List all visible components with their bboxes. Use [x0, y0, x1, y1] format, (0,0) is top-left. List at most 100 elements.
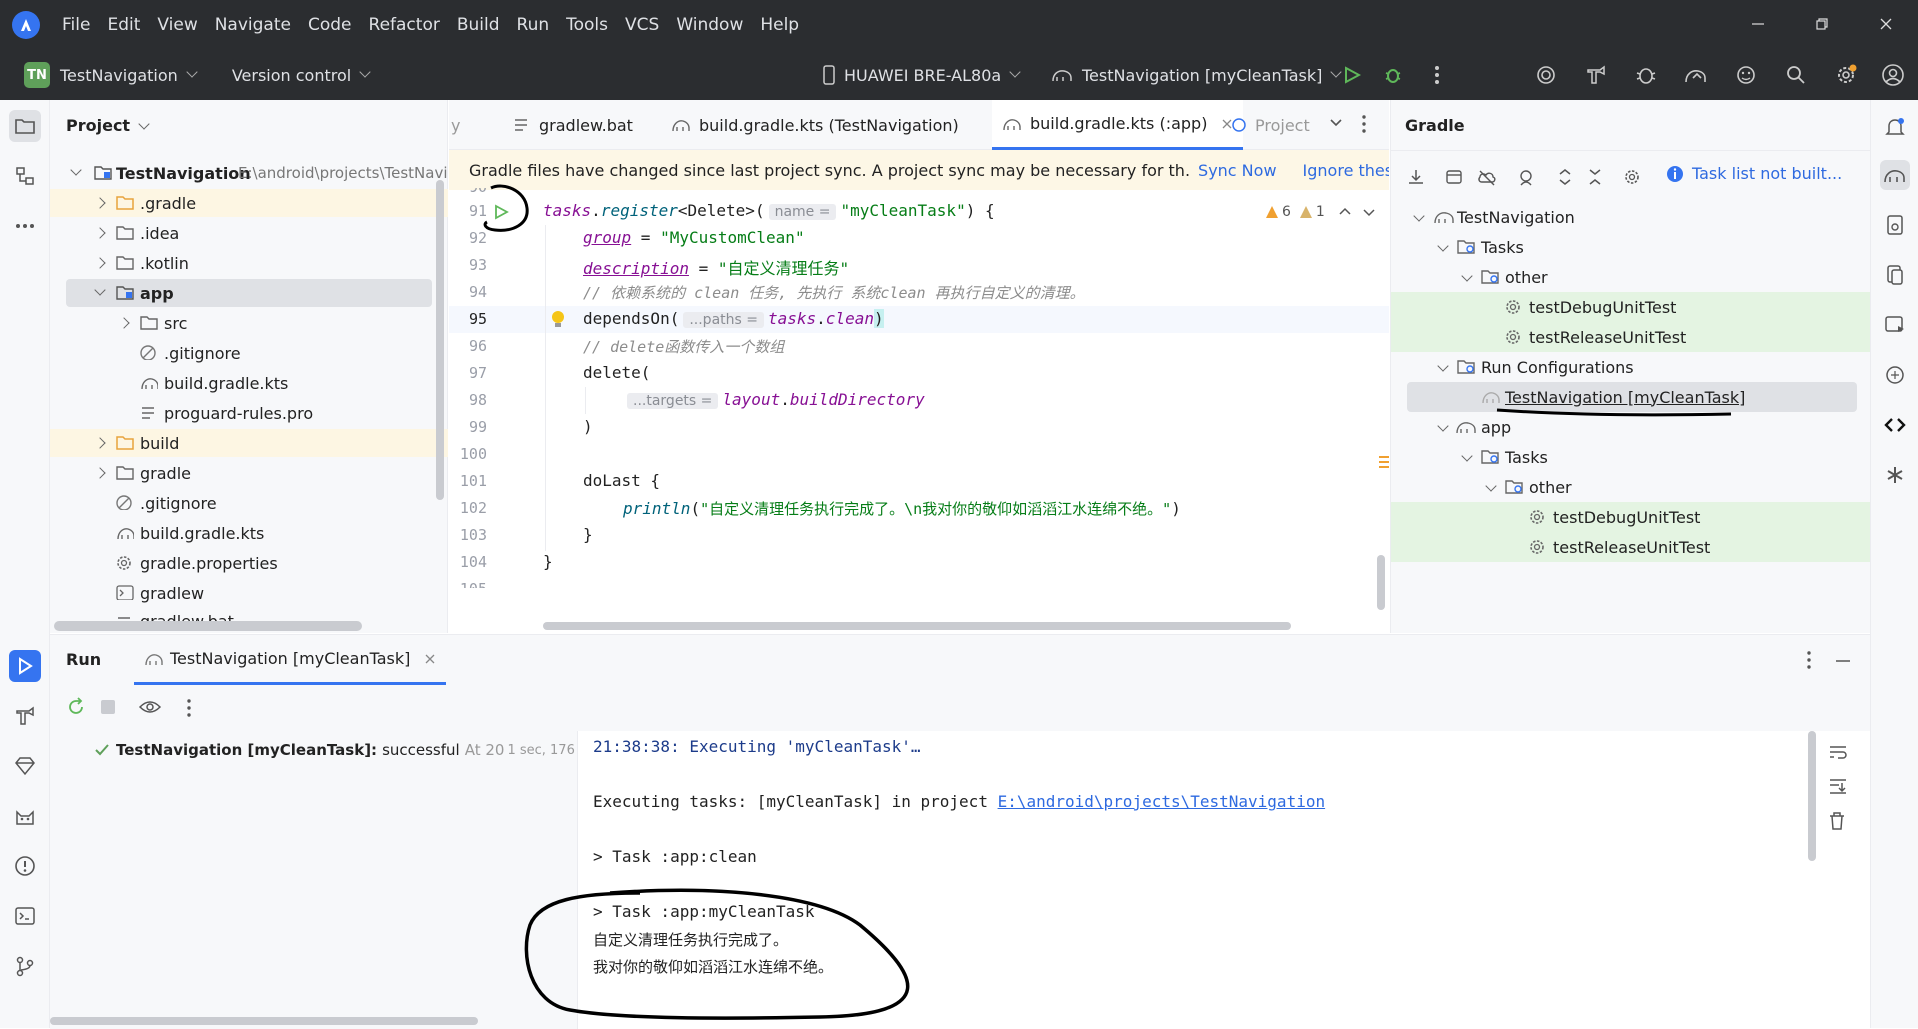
- gradle-task-test-release[interactable]: testReleaseUnitTest: [1391, 322, 1870, 352]
- code-line-105[interactable]: 105: [449, 576, 1389, 588]
- code-line-101[interactable]: 101 doLast {: [449, 468, 1389, 495]
- code-line-90[interactable]: 90: [449, 188, 1389, 198]
- tree-item-gradle[interactable]: gradle: [50, 459, 448, 487]
- more-tools-icon[interactable]: [9, 210, 41, 242]
- gradle-task-test-debug[interactable]: testDebugUnitTest: [1391, 292, 1870, 322]
- more-vertical-icon[interactable]: [186, 698, 192, 718]
- lightbulb-icon[interactable]: [551, 310, 565, 330]
- editor-horizontal-scrollbar[interactable]: [543, 622, 1291, 630]
- account-icon[interactable]: [1878, 60, 1908, 90]
- run-icon[interactable]: [1337, 60, 1367, 90]
- trash-icon[interactable]: [1828, 811, 1846, 831]
- project-switcher[interactable]: TestNavigation: [60, 66, 178, 85]
- menu-window[interactable]: Window: [676, 15, 743, 35]
- problems-tool-icon[interactable]: [9, 850, 41, 882]
- menu-help[interactable]: Help: [760, 15, 799, 35]
- asterisk-icon[interactable]: [1880, 460, 1910, 490]
- gradle-tree-app[interactable]: app: [1391, 412, 1870, 442]
- debug-icon[interactable]: [1378, 60, 1408, 90]
- task-list-status[interactable]: Task list not built...: [1666, 164, 1842, 183]
- search-icon[interactable]: [1781, 60, 1811, 90]
- running-devices-icon[interactable]: [1880, 310, 1910, 340]
- tree-item-build[interactable]: build: [50, 429, 448, 457]
- menu-edit[interactable]: Edit: [107, 15, 140, 35]
- project-badge[interactable]: TN: [24, 62, 50, 88]
- gradle-tree-tasks[interactable]: Tasks: [1391, 232, 1870, 262]
- code-line-100[interactable]: 100: [449, 441, 1389, 468]
- code-line-96[interactable]: 96 // delete函数传入一个数组: [449, 333, 1389, 360]
- scroll-to-end-icon[interactable]: [1828, 777, 1848, 795]
- soft-wrap-icon[interactable]: [1828, 743, 1848, 761]
- settings-gear-icon[interactable]: [1623, 168, 1641, 186]
- vcs-widget[interactable]: Version control: [232, 66, 351, 85]
- menu-run[interactable]: Run: [517, 15, 550, 35]
- project-vertical-scrollbar[interactable]: [436, 180, 444, 500]
- gradle-tree-run-configurations[interactable]: Run Configurations: [1391, 352, 1870, 382]
- tab-list-chevron-icon[interactable]: [1329, 118, 1343, 128]
- device-files-icon[interactable]: [1880, 260, 1910, 290]
- code-line-97[interactable]: 97 delete(: [449, 360, 1389, 387]
- console-vertical-scrollbar[interactable]: [1808, 731, 1816, 861]
- menu-view[interactable]: View: [157, 15, 197, 35]
- device-selector[interactable]: HUAWEI BRE-AL80a: [822, 60, 1021, 90]
- menu-build[interactable]: Build: [457, 15, 500, 35]
- code-line-91[interactable]: 91 tasks.register<Delete>(name = "myClean…: [449, 198, 1389, 225]
- git-tool-icon[interactable]: [9, 950, 41, 982]
- menu-navigate[interactable]: Navigate: [215, 15, 291, 35]
- tree-item-app-gitignore[interactable]: .gitignore: [50, 339, 448, 367]
- gradle-sync-icon[interactable]: [1681, 60, 1711, 90]
- gradle-tree-other[interactable]: other: [1391, 262, 1870, 292]
- close-icon[interactable]: [1854, 0, 1918, 48]
- code-line-104[interactable]: 104 }: [449, 549, 1389, 576]
- assistant-icon[interactable]: [1880, 360, 1910, 390]
- tab-build-gradle-project[interactable]: build.gradle.kts (TestNavigation): [671, 100, 959, 150]
- tab-build-gradle-app[interactable]: build.gradle.kts (:app): [992, 100, 1244, 150]
- run-tree-horizontal-scrollbar[interactable]: [50, 1017, 478, 1025]
- project-tool-icon[interactable]: [9, 110, 41, 142]
- gradle-tree-project[interactable]: TestNavigation: [1391, 202, 1870, 232]
- tree-item-kotlin[interactable]: .kotlin: [50, 249, 448, 277]
- gemini-icon[interactable]: [1531, 60, 1561, 90]
- eye-icon[interactable]: [138, 697, 162, 717]
- run-config-selector[interactable]: TestNavigation [myCleanTask]: [1050, 60, 1343, 90]
- gem-tool-icon[interactable]: [9, 750, 41, 782]
- project-panel-title[interactable]: Project: [66, 116, 150, 135]
- logcat-tool-icon[interactable]: [9, 800, 41, 832]
- code-line-102[interactable]: 102 println("自定义清理任务执行完成了。\n我对你的敬仰如滔滔江水连…: [449, 495, 1389, 522]
- code-tags-icon[interactable]: [1880, 410, 1910, 440]
- more-vertical-icon[interactable]: [1361, 114, 1367, 134]
- minimize-panel-icon[interactable]: [1836, 659, 1850, 663]
- dependency-analyzer-icon[interactable]: [1517, 168, 1537, 186]
- restore-icon[interactable]: [1790, 0, 1854, 48]
- run-tab[interactable]: TestNavigation [myCleanTask]: [134, 635, 447, 685]
- code-line-95[interactable]: 95 dependsOn(...paths = tasks.clean): [449, 306, 1389, 333]
- device-manager-icon[interactable]: [1731, 60, 1761, 90]
- tree-item-gradle-properties[interactable]: gradle.properties: [50, 549, 448, 577]
- tab-project[interactable]: Project: [1231, 100, 1310, 150]
- stop-icon[interactable]: [100, 699, 116, 715]
- close-icon[interactable]: [424, 653, 436, 665]
- code-line-98[interactable]: 98 ...targets = layout.buildDirectory: [449, 387, 1389, 414]
- sync-now-link[interactable]: Sync Now: [1198, 161, 1277, 180]
- tree-item-app-build-gradle[interactable]: build.gradle.kts: [50, 369, 448, 397]
- structure-tool-icon[interactable]: [9, 160, 41, 192]
- code-line-94[interactable]: 94 // 依赖系统的 clean 任务, 先执行 系统clean 再执行自定义…: [449, 279, 1389, 306]
- tree-item-gradlew[interactable]: gradlew: [50, 579, 448, 607]
- tree-item-build-gradle[interactable]: build.gradle.kts: [50, 519, 448, 547]
- collapse-all-icon[interactable]: [1587, 168, 1603, 186]
- tree-root-row[interactable]: TestNavigation E:\android\projects\TestN…: [50, 159, 448, 187]
- rerun-icon[interactable]: [66, 697, 86, 717]
- tab-overflow[interactable]: y: [451, 100, 460, 150]
- menu-file[interactable]: File: [62, 15, 90, 35]
- expand-all-icon[interactable]: [1557, 168, 1573, 186]
- menu-code[interactable]: Code: [308, 15, 352, 35]
- build-hammer-icon[interactable]: [1581, 60, 1611, 90]
- download-icon[interactable]: [1407, 168, 1425, 186]
- more-vertical-icon[interactable]: [1806, 650, 1812, 670]
- code-line-103[interactable]: 103 }: [449, 522, 1389, 549]
- gradle-app-task-test-release[interactable]: testReleaseUnitTest: [1391, 532, 1870, 562]
- device-explorer-icon[interactable]: [1880, 210, 1910, 240]
- run-tool-icon[interactable]: [9, 650, 41, 682]
- menu-tools[interactable]: Tools: [566, 15, 608, 35]
- cloud-off-icon[interactable]: [1477, 168, 1497, 186]
